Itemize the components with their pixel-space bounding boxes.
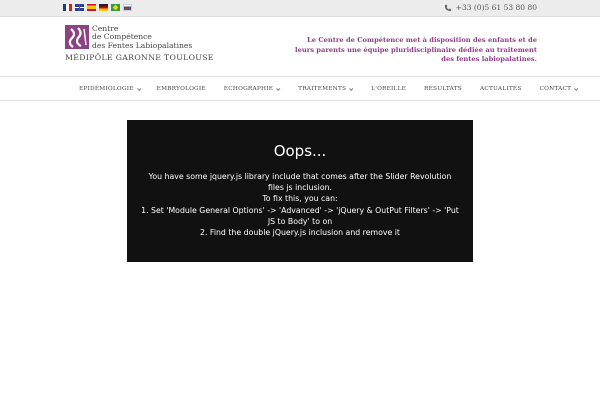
nav-item-contact[interactable]: CONTACT <box>540 86 579 92</box>
language-switcher <box>63 4 132 11</box>
chevron-down-icon <box>276 86 281 91</box>
error-title: Oops... <box>273 142 327 160</box>
phone-icon <box>444 4 451 11</box>
error-line: 1. Set 'Module General Options' -> 'Adva… <box>141 205 459 226</box>
nav-item-actualites[interactable]: ACTUALITÉS <box>480 86 522 92</box>
nav-label[interactable]: CONTACT <box>540 86 572 92</box>
nav-item-resultats[interactable]: RÉSULTATS <box>424 86 462 92</box>
logo-mark-icon <box>65 25 89 49</box>
nav-label[interactable]: L'OREILLE <box>371 86 406 92</box>
main-nav: EPIDÉMIOLOGIE EMBRYOLOGIE ECHOGRAPHIE TR… <box>0 78 600 101</box>
error-line: To fix this, you can: <box>262 194 338 204</box>
error-message: You have some jquery.js library include … <box>141 171 459 238</box>
nav-label[interactable]: EPIDÉMIOLOGIE <box>79 86 134 92</box>
nav-list: EPIDÉMIOLOGIE EMBRYOLOGIE ECHOGRAPHIE TR… <box>79 86 579 92</box>
chevron-down-icon <box>136 86 141 91</box>
nav-label[interactable]: TRAITEMENTS <box>298 86 346 92</box>
flag-en-icon[interactable] <box>75 4 84 11</box>
nav-item-echographie[interactable]: ECHOGRAPHIE <box>224 86 281 92</box>
flag-pt-br-icon[interactable] <box>111 4 120 11</box>
nav-item-embryologie[interactable]: EMBRYOLOGIE <box>157 86 206 92</box>
nav-item-epidemiologie[interactable]: EPIDÉMIOLOGIE <box>79 86 141 92</box>
header-tagline: Le Centre de Compétence met à dispositio… <box>295 36 537 63</box>
flag-es-icon[interactable] <box>87 4 96 11</box>
nav-item-traitements[interactable]: TRAITEMENTS <box>298 86 354 92</box>
phone-number[interactable]: +33 (0)5 61 53 80 80 <box>456 3 537 12</box>
flag-ru-icon[interactable] <box>123 4 132 11</box>
error-line: You have some jquery.js library include … <box>148 172 452 193</box>
phone-contact[interactable]: +33 (0)5 61 53 80 80 <box>444 3 537 12</box>
slider-error-box: Oops... You have some jquery.js library … <box>127 120 473 262</box>
chevron-down-icon <box>349 86 354 91</box>
flag-de-icon[interactable] <box>99 4 108 11</box>
nav-label[interactable]: ACTUALITÉS <box>480 86 522 92</box>
error-line: 2. Find the double jQuery.js inclusion a… <box>199 228 400 238</box>
nav-item-oreille[interactable]: L'OREILLE <box>371 86 406 92</box>
logo-subtitle: MÉDIPÔLE GARONNE TOULOUSE <box>65 53 214 62</box>
logo-text: Centre de Compétence des Fentes Labiopal… <box>92 24 193 50</box>
top-bar: +33 (0)5 61 53 80 80 <box>0 0 600 17</box>
site-header: Centre de Compétence des Fentes Labiopal… <box>0 17 600 77</box>
site-logo[interactable]: Centre de Compétence des Fentes Labiopal… <box>65 24 193 50</box>
nav-label[interactable]: RÉSULTATS <box>424 86 462 92</box>
chevron-down-icon <box>574 86 579 91</box>
nav-label[interactable]: ECHOGRAPHIE <box>224 86 273 92</box>
flag-fr-icon[interactable] <box>63 4 72 11</box>
logo-line-3: des Fentes Labiopalatines <box>92 40 193 50</box>
nav-label[interactable]: EMBRYOLOGIE <box>157 86 206 92</box>
